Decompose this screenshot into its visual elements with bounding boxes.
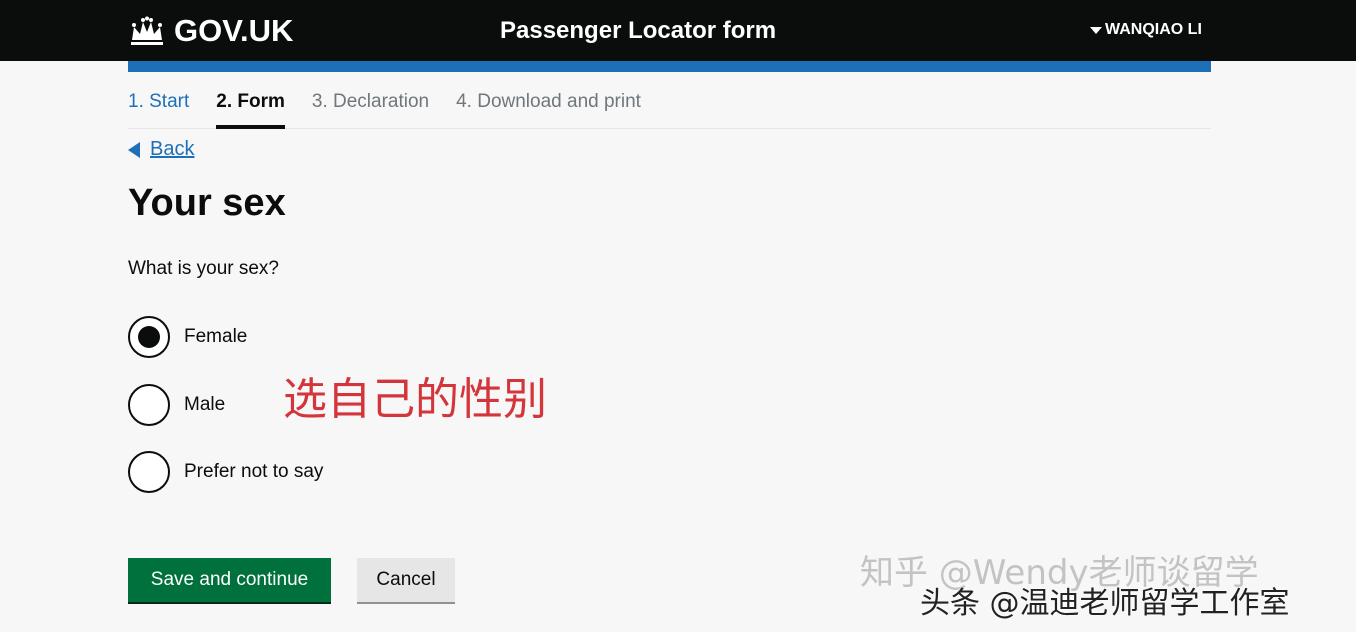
- govuk-logo[interactable]: GOV.UK: [128, 13, 293, 49]
- account-menu[interactable]: WANQIAO LI: [1090, 21, 1202, 39]
- save-and-continue-button[interactable]: Save and continue: [128, 558, 331, 602]
- step-download: 4. Download and print: [456, 91, 641, 112]
- logo-text: GOV.UK: [174, 13, 294, 48]
- radio-button-prefer-not[interactable]: [128, 451, 170, 493]
- cancel-button[interactable]: Cancel: [357, 558, 455, 602]
- toutiao-watermark: 头条 @温迪老师留学工作室: [920, 586, 1290, 621]
- back-link[interactable]: Back: [128, 138, 194, 161]
- radio-label-prefer-not[interactable]: Prefer not to say: [184, 461, 323, 483]
- step-start[interactable]: 1. Start: [128, 91, 189, 129]
- radio-option-male[interactable]: Male: [128, 384, 225, 426]
- radio-button-male[interactable]: [128, 384, 170, 426]
- progress-steps: 1. Start 2. Form 3. Declaration 4. Downl…: [128, 91, 1211, 129]
- step-form: 2. Form: [216, 91, 285, 129]
- question-hint: What is your sex?: [128, 258, 279, 279]
- radio-option-female[interactable]: Female: [128, 316, 247, 358]
- account-name: WANQIAO LI: [1105, 21, 1202, 38]
- radio-option-prefer-not[interactable]: Prefer not to say: [128, 451, 323, 493]
- radio-label-female[interactable]: Female: [184, 326, 247, 348]
- back-arrow-icon: [128, 141, 140, 158]
- radio-button-female[interactable]: [128, 316, 170, 358]
- crown-icon: [131, 16, 163, 45]
- step-declaration: 3. Declaration: [311, 91, 430, 112]
- site-header: GOV.UK Passenger Locator form WANQIAO LI: [0, 0, 1356, 61]
- page-title: Your sex: [128, 182, 286, 224]
- service-name[interactable]: Passenger Locator form: [500, 17, 776, 45]
- annotation-text: 选自己的性别: [283, 374, 547, 425]
- back-label: Back: [150, 138, 195, 160]
- caret-down-icon: [1090, 26, 1102, 34]
- radio-label-male[interactable]: Male: [184, 394, 225, 416]
- header-accent-bar: [128, 61, 1211, 72]
